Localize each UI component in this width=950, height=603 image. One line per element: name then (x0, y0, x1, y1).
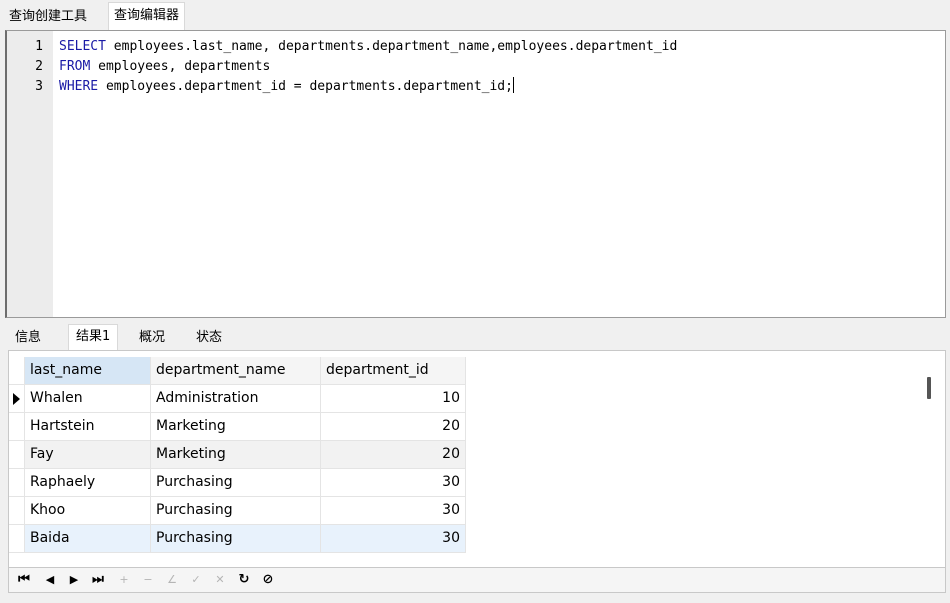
table-cell[interactable]: Baida (25, 525, 151, 553)
code-line: FROM employees, departments (59, 57, 677, 77)
column-header-department-id[interactable]: department_id (321, 357, 466, 385)
sql-keyword: FROM (59, 59, 91, 74)
edit-record-icon[interactable]: ∠ (163, 572, 181, 588)
code-line: SELECT employees.last_name, departments.… (59, 37, 677, 57)
sql-text: employees.last_name, departments.departm… (105, 39, 678, 54)
discard-changes-icon[interactable]: ✕ (211, 572, 229, 588)
code-area[interactable]: SELECT employees.last_name, departments.… (59, 37, 677, 97)
table-row[interactable]: Whalen Administration 10 (9, 385, 466, 413)
first-record-icon[interactable]: ⏮ (15, 572, 33, 588)
table-cell[interactable]: 20 (321, 413, 466, 441)
stop-icon[interactable]: ⊘ (259, 572, 277, 588)
table-row[interactable]: Khoo Purchasing 30 (9, 497, 466, 525)
table-row[interactable]: Raphaely Purchasing 30 (9, 469, 466, 497)
top-tab-bar: 查询创建工具 查询编辑器 (0, 0, 950, 30)
tab-result1[interactable]: 结果1 (68, 324, 119, 350)
table-cell[interactable]: Marketing (151, 413, 321, 441)
header-row: last_name department_name department_id (9, 357, 466, 385)
sql-keyword: SELECT (59, 39, 106, 54)
line-number: 2 (35, 59, 43, 74)
add-record-icon[interactable]: + (115, 572, 133, 588)
refresh-icon[interactable]: ↻ (235, 572, 253, 588)
tab-query-editor[interactable]: 查询编辑器 (108, 2, 186, 30)
table-cell[interactable]: Purchasing (151, 497, 321, 525)
row-indicator (9, 441, 25, 469)
table-row[interactable]: Hartstein Marketing 20 (9, 413, 466, 441)
tab-info[interactable]: 信息 (8, 328, 48, 350)
line-number: 1 (35, 39, 43, 54)
tab-query-builder[interactable]: 查询创建工具 (4, 6, 92, 30)
table-cell[interactable]: Raphaely (25, 469, 151, 497)
table-cell[interactable]: Purchasing (151, 525, 321, 553)
table-cell[interactable]: 30 (321, 497, 466, 525)
row-indicator (9, 525, 25, 553)
table-cell[interactable]: Whalen (25, 385, 151, 413)
record-navigation-toolbar: ⏮ ◀ ▶ ⏭ + − ∠ ✓ ✕ ↻ ⊘ (8, 568, 946, 593)
text-caret (512, 77, 514, 93)
table-row[interactable]: Fay Marketing 20 (9, 441, 466, 469)
table-cell[interactable]: 10 (321, 385, 466, 413)
column-header-last-name[interactable]: last_name (25, 357, 151, 385)
table-cell[interactable]: 30 (321, 525, 466, 553)
result-tab-bar: 信息 结果1 概况 状态 (5, 322, 946, 350)
previous-record-icon[interactable]: ◀ (41, 572, 59, 588)
row-indicator (9, 413, 25, 441)
table-cell[interactable]: Purchasing (151, 469, 321, 497)
delete-record-icon[interactable]: − (139, 572, 157, 588)
apply-changes-icon[interactable]: ✓ (187, 572, 205, 588)
code-line: WHERE employees.department_id = departme… (59, 77, 677, 97)
line-number: 3 (35, 79, 43, 94)
row-indicator-header (9, 357, 25, 385)
sql-text: employees.department_id = departments.de… (98, 79, 513, 94)
vertical-scrollbar[interactable] (927, 377, 931, 399)
row-indicator (9, 385, 25, 413)
next-record-icon[interactable]: ▶ (65, 572, 83, 588)
sql-editor[interactable]: 1 2 3 SELECT employees.last_name, depart… (5, 30, 946, 318)
tab-profile[interactable]: 概况 (132, 328, 172, 350)
current-row-arrow-icon (13, 393, 20, 405)
line-number-gutter: 1 2 3 (7, 31, 53, 317)
column-header-department-name[interactable]: department_name (151, 357, 321, 385)
tab-status[interactable]: 状态 (189, 328, 229, 350)
sql-keyword: WHERE (59, 79, 99, 94)
row-indicator (9, 497, 25, 525)
table-row[interactable]: Baida Purchasing 30 (9, 525, 466, 553)
table-cell[interactable]: Khoo (25, 497, 151, 525)
table-cell[interactable]: 20 (321, 441, 466, 469)
table-cell[interactable]: Administration (151, 385, 321, 413)
results-grid-panel: last_name department_name department_id … (8, 350, 946, 568)
sql-text: employees, departments (90, 59, 271, 74)
table-cell[interactable]: 30 (321, 469, 466, 497)
last-record-icon[interactable]: ⏭ (89, 572, 107, 588)
row-indicator (9, 469, 25, 497)
table-cell[interactable]: Marketing (151, 441, 321, 469)
table-cell[interactable]: Hartstein (25, 413, 151, 441)
table-cell[interactable]: Fay (25, 441, 151, 469)
